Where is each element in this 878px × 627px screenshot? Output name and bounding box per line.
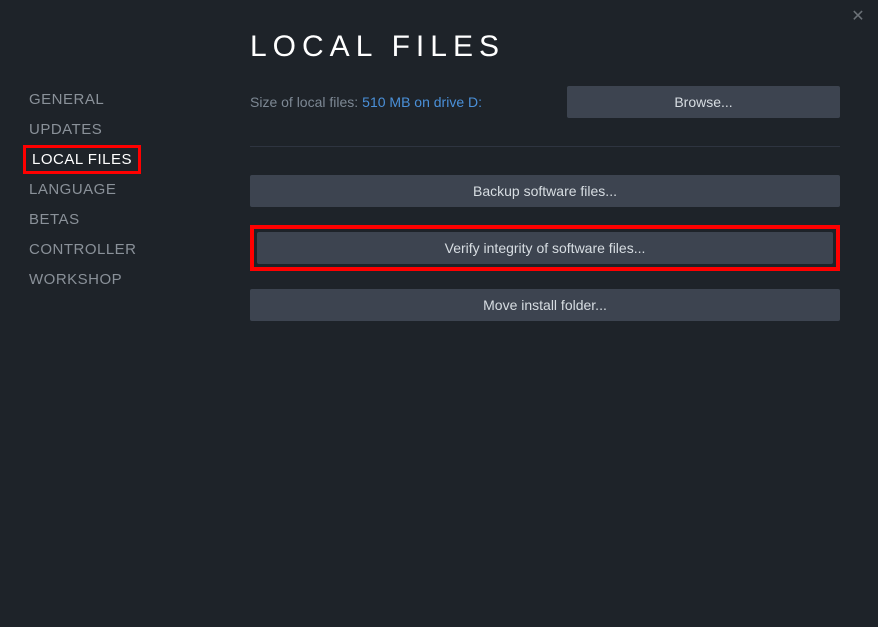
sidebar: GENERAL UPDATES LOCAL FILES LANGUAGE BET… [0, 30, 200, 627]
size-label: Size of local files: [250, 94, 358, 110]
sidebar-item-controller[interactable]: CONTROLLER [23, 235, 143, 264]
sidebar-item-betas[interactable]: BETAS [23, 205, 86, 234]
sidebar-item-general[interactable]: GENERAL [23, 85, 110, 114]
sidebar-item-local-files[interactable]: LOCAL FILES [23, 145, 141, 174]
divider [250, 146, 840, 147]
sidebar-item-language[interactable]: LANGUAGE [23, 175, 122, 204]
close-icon[interactable]: ✕ [848, 6, 868, 26]
verify-integrity-button[interactable]: Verify integrity of software files... [257, 232, 833, 264]
backup-button[interactable]: Backup software files... [250, 175, 840, 207]
main-panel: LOCAL FILES Size of local files: 510 MB … [200, 30, 878, 627]
browse-button[interactable]: Browse... [567, 86, 840, 118]
properties-window: GENERAL UPDATES LOCAL FILES LANGUAGE BET… [0, 0, 878, 627]
sidebar-item-workshop[interactable]: WORKSHOP [23, 265, 128, 294]
page-title: LOCAL FILES [250, 30, 840, 64]
move-folder-button[interactable]: Move install folder... [250, 289, 840, 321]
size-row: Size of local files: 510 MB on drive D: … [250, 86, 840, 118]
sidebar-item-updates[interactable]: UPDATES [23, 115, 108, 144]
size-value: 510 MB on drive D: [362, 94, 482, 110]
